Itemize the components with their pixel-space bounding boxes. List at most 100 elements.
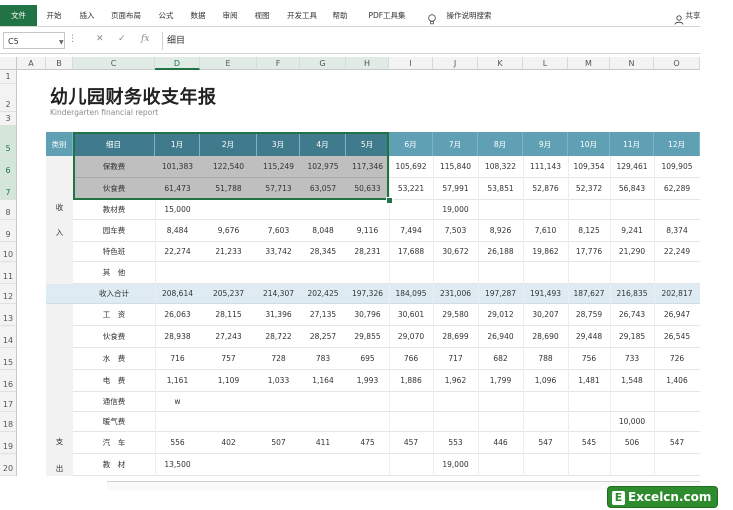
table-cell[interactable]: 757 (200, 348, 257, 370)
table-cell[interactable]: 556 (155, 432, 200, 454)
column-header[interactable]: B (46, 57, 73, 70)
row-header[interactable]: 19 (0, 432, 17, 454)
table-cell[interactable]: 15,000 (155, 200, 200, 220)
table-cell[interactable]: 17,776 (568, 242, 610, 262)
table-cell[interactable]: 9,116 (346, 220, 389, 242)
table-cell[interactable] (346, 262, 389, 284)
row-header[interactable]: 6 (0, 156, 17, 178)
table-cell[interactable] (654, 392, 700, 412)
table-cell[interactable]: 1,109 (200, 370, 257, 392)
column-header[interactable]: G (300, 57, 346, 70)
table-cell[interactable] (200, 262, 257, 284)
table-cell[interactable]: 717 (433, 348, 478, 370)
table-cell[interactable]: 117,346 (346, 156, 389, 178)
table-cell[interactable] (389, 200, 433, 220)
table-cell[interactable]: 29,185 (610, 326, 654, 348)
table-cell[interactable] (155, 412, 200, 432)
table-cell[interactable]: 1,161 (155, 370, 200, 392)
row-header[interactable]: 5 (0, 126, 17, 156)
row-item-label[interactable]: 园车费 (73, 220, 155, 242)
column-header[interactable]: F (257, 57, 300, 70)
row-header[interactable]: 13 (0, 304, 17, 326)
table-cell[interactable]: 115,249 (257, 156, 300, 178)
tab-file[interactable]: 文件 (0, 5, 37, 26)
table-cell[interactable]: 8,926 (478, 220, 523, 242)
table-cell[interactable] (389, 262, 433, 284)
table-cell[interactable]: 214,307 (257, 284, 300, 304)
table-cell[interactable]: 51,788 (200, 178, 257, 200)
table-cell[interactable]: 57,713 (257, 178, 300, 200)
table-cell[interactable]: 26,743 (610, 304, 654, 326)
table-cell[interactable]: 682 (478, 348, 523, 370)
table-cell[interactable]: 27,243 (200, 326, 257, 348)
ribbon-tab[interactable]: 审阅 (216, 5, 244, 26)
table-cell[interactable]: 1,548 (610, 370, 654, 392)
table-cell[interactable] (478, 262, 523, 284)
table-cell[interactable]: 61,473 (155, 178, 200, 200)
row-item-label[interactable]: 收入合计 (73, 284, 155, 304)
table-cell[interactable]: 30,796 (346, 304, 389, 326)
table-cell[interactable]: 547 (523, 432, 568, 454)
table-cell[interactable]: 29,855 (346, 326, 389, 348)
table-cell[interactable]: 208,614 (155, 284, 200, 304)
table-cell[interactable]: 728 (257, 348, 300, 370)
row-item-label[interactable]: 伙食费 (73, 178, 155, 200)
table-cell[interactable] (568, 262, 610, 284)
table-cell[interactable]: 766 (389, 348, 433, 370)
row-header[interactable]: 11 (0, 262, 17, 284)
ribbon-tab[interactable]: 公式 (152, 5, 180, 26)
table-cell[interactable] (346, 412, 389, 432)
table-cell[interactable]: 205,237 (200, 284, 257, 304)
table-cell[interactable]: 788 (523, 348, 568, 370)
table-cell[interactable]: 33,742 (257, 242, 300, 262)
table-cell[interactable]: 27,135 (300, 304, 346, 326)
table-cell[interactable]: 13,500 (155, 454, 200, 476)
chevron-down-icon[interactable]: ▼ (59, 39, 64, 46)
table-cell[interactable] (478, 392, 523, 412)
table-cell[interactable] (478, 454, 523, 476)
row-header[interactable]: 9 (0, 220, 17, 242)
table-cell[interactable]: 756 (568, 348, 610, 370)
table-cell[interactable] (654, 454, 700, 476)
table-cell[interactable]: 7,494 (389, 220, 433, 242)
table-cell[interactable]: 30,207 (523, 304, 568, 326)
row-header[interactable]: 12 (0, 284, 17, 304)
table-cell[interactable]: 53,221 (389, 178, 433, 200)
table-cell[interactable]: 1,799 (478, 370, 523, 392)
row-item-label[interactable]: 教材费 (73, 200, 155, 220)
table-cell[interactable]: 102,975 (300, 156, 346, 178)
column-header[interactable]: I (389, 57, 433, 70)
table-cell[interactable] (389, 412, 433, 432)
table-cell[interactable] (433, 392, 478, 412)
table-cell[interactable]: 28,345 (300, 242, 346, 262)
table-cell[interactable] (523, 200, 568, 220)
table-cell[interactable]: 122,540 (200, 156, 257, 178)
ribbon-tab[interactable]: 数据 (184, 5, 212, 26)
table-cell[interactable]: 30,601 (389, 304, 433, 326)
row-header[interactable]: 10 (0, 242, 17, 262)
table-cell[interactable] (155, 262, 200, 284)
row-header[interactable]: 16 (0, 370, 17, 392)
name-box[interactable]: C5 (3, 32, 65, 49)
table-cell[interactable]: 783 (300, 348, 346, 370)
column-header[interactable]: O (654, 57, 700, 70)
formula-input[interactable]: 细目 (162, 32, 698, 50)
row-item-label[interactable]: 水 费 (73, 348, 155, 370)
table-cell[interactable]: 28,938 (155, 326, 200, 348)
share-user-icon[interactable] (674, 10, 684, 25)
table-cell[interactable] (654, 200, 700, 220)
table-cell[interactable] (346, 392, 389, 412)
table-cell[interactable]: 57,991 (433, 178, 478, 200)
row-item-label[interactable]: 电 费 (73, 370, 155, 392)
function-icon[interactable]: fx (141, 34, 149, 44)
table-cell[interactable] (346, 200, 389, 220)
row-header[interactable]: 2 (0, 84, 17, 112)
table-cell[interactable] (478, 200, 523, 220)
table-cell[interactable]: 29,580 (433, 304, 478, 326)
table-cell[interactable]: 202,817 (654, 284, 700, 304)
table-cell[interactable]: 547 (654, 432, 700, 454)
row-item-label[interactable]: 其 他 (73, 262, 155, 284)
table-cell[interactable]: 716 (155, 348, 200, 370)
table-cell[interactable] (200, 412, 257, 432)
table-cell[interactable]: 63,057 (300, 178, 346, 200)
